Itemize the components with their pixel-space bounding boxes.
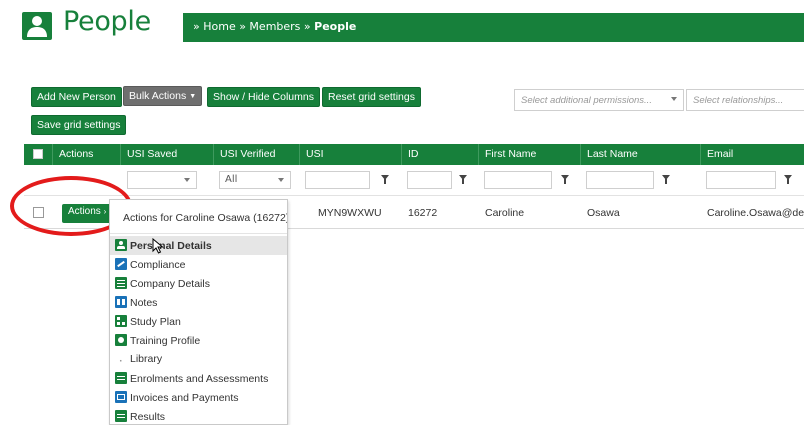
bulk-actions-label: Bulk Actions bbox=[129, 90, 187, 102]
context-menu-title: Actions for Caroline Osawa (16272) bbox=[110, 200, 287, 234]
compliance-icon bbox=[115, 258, 127, 270]
usi-saved-filter[interactable] bbox=[127, 171, 197, 189]
permissions-select[interactable]: Select additional permissions... bbox=[514, 89, 684, 111]
filter-row: All bbox=[24, 165, 804, 196]
id-filter-input[interactable] bbox=[407, 171, 452, 189]
page-title: People bbox=[63, 6, 151, 37]
permissions-placeholder: Select additional permissions... bbox=[521, 95, 652, 106]
usi-filter-input[interactable] bbox=[305, 171, 370, 189]
column-header-email[interactable]: Email bbox=[700, 144, 804, 165]
email-filter-input[interactable] bbox=[706, 171, 776, 189]
menu-item-training-profile[interactable]: Training Profile bbox=[110, 331, 287, 350]
menu-item-company-details[interactable]: Company Details bbox=[110, 274, 287, 293]
cell-last-name: Osawa bbox=[587, 207, 620, 219]
menu-item-label: Enrolments and Assessments bbox=[130, 373, 269, 385]
people-logo-icon bbox=[22, 12, 52, 40]
cell-usi: MYN9WXWU bbox=[318, 207, 382, 219]
caret-down-icon: ▼ bbox=[189, 93, 197, 100]
mouse-pointer-icon bbox=[152, 238, 164, 254]
menu-item-personal-details[interactable]: Personal Details bbox=[110, 236, 287, 255]
menu-item-label: Invoices and Payments bbox=[130, 392, 239, 404]
menu-item-compliance[interactable]: Compliance bbox=[110, 255, 287, 274]
first-name-filter-input[interactable] bbox=[484, 171, 552, 189]
usi-verified-filter-value: All bbox=[225, 174, 238, 185]
menu-item-study-plan[interactable]: Study Plan bbox=[110, 312, 287, 331]
company-icon bbox=[115, 277, 127, 289]
menu-item-enrolments-and-assessments[interactable]: Enrolments and Assessments bbox=[110, 369, 287, 388]
menu-item-library[interactable]: · Library bbox=[110, 350, 287, 369]
relationships-placeholder: Select relationships... bbox=[693, 95, 784, 106]
study-plan-icon bbox=[115, 315, 127, 327]
dropdown-arrow-icon bbox=[278, 178, 284, 182]
menu-item-label: Personal Details bbox=[130, 240, 212, 252]
bullet-icon: · bbox=[119, 355, 123, 367]
column-header-usi-saved[interactable]: USI Saved bbox=[120, 144, 213, 165]
filter-icon[interactable] bbox=[662, 175, 670, 184]
bulk-actions-button[interactable]: Bulk Actions ▼ bbox=[123, 86, 203, 106]
menu-item-label: Results bbox=[130, 411, 166, 423]
notes-icon bbox=[115, 296, 127, 308]
menu-item-invoices-and-payments[interactable]: Invoices and Payments bbox=[110, 388, 287, 407]
dropdown-arrow-icon bbox=[184, 178, 190, 182]
person-card-icon bbox=[115, 239, 127, 251]
breadcrumb-path[interactable]: » Home » Members » bbox=[193, 20, 314, 33]
cell-id: 16272 bbox=[408, 207, 438, 219]
last-name-filter-input[interactable] bbox=[586, 171, 654, 189]
actions-context-menu: Actions for Caroline Osawa (16272) Perso… bbox=[109, 199, 288, 425]
menu-item-notes[interactable]: Notes bbox=[110, 293, 287, 312]
menu-item-label: Compliance bbox=[130, 259, 186, 271]
show-hide-columns-button[interactable]: Show / Hide Columns bbox=[207, 87, 320, 107]
enrolments-icon bbox=[115, 372, 127, 384]
invoices-icon bbox=[115, 391, 127, 403]
reset-grid-settings-button[interactable]: Reset grid settings bbox=[322, 87, 421, 107]
results-icon bbox=[115, 410, 127, 422]
menu-item-label: Notes bbox=[130, 297, 158, 309]
column-header-first-name[interactable]: First Name bbox=[478, 144, 580, 165]
column-header-actions[interactable]: Actions bbox=[52, 144, 120, 165]
dropdown-arrow-icon bbox=[671, 97, 677, 101]
page-header: People » Home » Members » People bbox=[0, 0, 804, 52]
filter-icon[interactable] bbox=[784, 175, 792, 184]
usi-verified-filter[interactable]: All bbox=[219, 171, 291, 189]
relationships-select[interactable]: Select relationships... bbox=[686, 89, 804, 111]
select-all-checkbox[interactable] bbox=[33, 149, 43, 159]
menu-item-label: Company Details bbox=[130, 278, 210, 290]
column-header-last-name[interactable]: Last Name bbox=[580, 144, 700, 165]
column-header-id[interactable]: ID bbox=[401, 144, 478, 165]
training-profile-icon bbox=[115, 334, 127, 346]
cell-first-name: Caroline bbox=[485, 207, 525, 219]
column-header-usi-verified[interactable]: USI Verified bbox=[213, 144, 299, 165]
breadcrumb: » Home » Members » People bbox=[183, 13, 804, 42]
breadcrumb-current: People bbox=[314, 20, 357, 33]
filter-icon[interactable] bbox=[561, 175, 569, 184]
menu-item-results[interactable]: Results bbox=[110, 407, 287, 424]
menu-item-label: Study Plan bbox=[130, 316, 181, 328]
filter-icon[interactable] bbox=[459, 175, 467, 184]
filter-icon[interactable] bbox=[381, 175, 389, 184]
cell-email: Caroline.Osawa@delw bbox=[707, 207, 804, 219]
column-header-usi[interactable]: USI bbox=[299, 144, 401, 165]
grid-header: Actions USI Saved USI Verified USI ID Fi… bbox=[24, 144, 804, 165]
add-new-person-button[interactable]: Add New Person bbox=[31, 87, 122, 107]
menu-item-label: Library bbox=[130, 353, 163, 365]
menu-item-label: Training Profile bbox=[130, 335, 201, 347]
save-grid-settings-button[interactable]: Save grid settings bbox=[31, 115, 127, 135]
